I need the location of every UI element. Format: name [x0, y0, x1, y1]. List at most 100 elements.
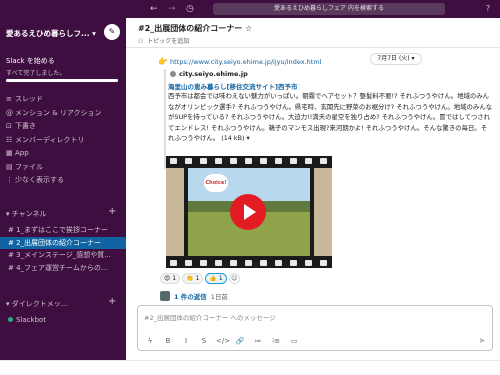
- sidebar-item-2[interactable]: ⊡ 下書き: [0, 120, 126, 134]
- sidebar-item-label: メンバーディレクトリ: [15, 135, 85, 144]
- top-bar: ← → ◷ 愛あるえひめ暮らしフェア 内を検索する ?: [0, 0, 500, 18]
- site-favicon-icon: [170, 71, 176, 77]
- code-block-icon[interactable]: ▭: [288, 335, 300, 347]
- film-hole: [305, 158, 312, 164]
- bottom-strip: [0, 360, 500, 375]
- shortcut-icon[interactable]: ϟ: [144, 335, 156, 347]
- reaction-count: 1: [195, 275, 200, 282]
- film-hole: [230, 260, 237, 266]
- forward-arrow-icon[interactable]: →: [168, 3, 176, 15]
- reaction-emoji-icon: 😍: [164, 275, 171, 282]
- bullet-list-icon[interactable]: ⁝≡: [270, 335, 282, 347]
- channel-item-4[interactable]: # 4_フェア運営チームからの...: [0, 262, 126, 275]
- reaction-pill[interactable]: 😍 1: [160, 273, 181, 284]
- sidebar-item-4[interactable]: ▦ App: [0, 147, 126, 161]
- film-frame-left: [166, 168, 184, 256]
- dm-section-header[interactable]: ▾ ダイレクトメッ...: [6, 299, 67, 309]
- film-hole: [215, 260, 222, 266]
- choice-logo: Choice!: [204, 174, 228, 192]
- film-hole: [290, 158, 297, 164]
- film-hole: [245, 158, 252, 164]
- film-hole: [200, 158, 207, 164]
- workspace-name-label: 愛あるえひめ暮らしフ...: [6, 29, 90, 38]
- link-icon[interactable]: 🔗: [234, 335, 246, 347]
- search-input[interactable]: 愛あるえひめ暮らしフェア 内を検索する: [213, 3, 445, 15]
- film-hole: [185, 158, 192, 164]
- history-icon[interactable]: ◷: [186, 3, 194, 15]
- preview-site-label: city.seiyo.ehime.jp: [179, 70, 248, 78]
- strikethrough-icon[interactable]: S: [198, 335, 210, 347]
- reaction-count: 1: [172, 275, 177, 282]
- ordered-list-icon[interactable]: ≔: [252, 335, 264, 347]
- help-icon[interactable]: ?: [482, 3, 494, 15]
- add-channel-icon[interactable]: +: [108, 206, 116, 217]
- sidebar-item-label: スレッド: [15, 95, 43, 103]
- code-icon[interactable]: </>: [216, 335, 230, 347]
- reaction-bar: 😍 1 👏 1 👍 1 ☺: [160, 273, 240, 284]
- sidebar-item-5[interactable]: ▤ ファイル: [0, 161, 126, 175]
- video-thumbnail[interactable]: Choice!: [166, 156, 332, 268]
- film-strip-top: [166, 156, 332, 166]
- back-arrow-icon[interactable]: ←: [150, 3, 158, 15]
- channels-header-label: チャンネル: [11, 210, 47, 218]
- film-frame-main: Choice!: [188, 168, 310, 256]
- film-hole: [275, 158, 282, 164]
- dm-user-label: Slackbot: [16, 316, 47, 324]
- bold-icon[interactable]: B: [162, 335, 174, 347]
- onboarding-progress: [6, 79, 118, 82]
- channel-item-3[interactable]: # 3_メインステージ_感想や質...: [0, 249, 126, 262]
- date-divider-button[interactable]: 7月7日 (火) ▾: [370, 53, 422, 65]
- reaction-pill[interactable]: 👏 1: [182, 273, 204, 284]
- message-input[interactable]: [144, 312, 484, 324]
- sidebar-item-0[interactable]: ≡ スレッド: [0, 93, 126, 107]
- film-hole: [275, 260, 282, 266]
- reaction-emoji-icon: 👍: [209, 275, 217, 282]
- italic-icon[interactable]: I: [180, 335, 192, 347]
- pointing-hand-icon: 👉: [158, 57, 168, 66]
- sidebar-item-label: メンション & リアクション: [15, 108, 102, 117]
- channel-title[interactable]: #2_出展団体の紹介コーナー ☆: [138, 23, 252, 34]
- sidebar-item-label: ファイル: [15, 162, 43, 171]
- add-topic-link[interactable]: トピックを追加: [147, 38, 189, 45]
- thread-summary[interactable]: 1 件の返信 1日前: [160, 291, 228, 301]
- sidebar-item-icon: ⋮: [6, 176, 13, 184]
- film-hole: [260, 158, 267, 164]
- sidebar-item-1[interactable]: @ メンション & リアクション: [0, 107, 126, 121]
- film-hole: [320, 158, 327, 164]
- preview-title[interactable]: 海里山の恵み暮らし[移住交流サイト]西予市: [168, 81, 297, 91]
- add-reaction-icon[interactable]: ☺: [228, 273, 240, 284]
- online-status-icon: [8, 317, 13, 322]
- reaction-pill[interactable]: 👍 1: [205, 273, 227, 284]
- reply-time: 1日前: [210, 293, 228, 301]
- sidebar-nav: ≡ スレッド @ メンション & リアクション ⊡ 下書き ☷ メンバーディレクトリ ▦ App ▤…: [0, 93, 126, 188]
- dm-item-slackbot[interactable]: Slackbot: [8, 316, 46, 324]
- film-hole: [170, 260, 177, 266]
- message-link[interactable]: https://www.city.seiyo.ehime.jp/ijyu/ind…: [170, 58, 321, 66]
- sidebar-item-icon: ▦: [6, 149, 13, 157]
- sidebar-item-icon: ≡: [6, 95, 12, 103]
- channel-item-2[interactable]: # 2_出展団体の紹介コーナー: [0, 236, 126, 249]
- play-button-icon[interactable]: [230, 194, 266, 230]
- film-frame-right: [314, 168, 332, 256]
- sidebar-item-6[interactable]: ⋮ 少なく表示する: [0, 174, 126, 188]
- onboarding-title[interactable]: Slack を始める: [6, 56, 55, 66]
- channel-topic[interactable]: ⚇ トピックを追加: [138, 36, 189, 45]
- workspace-name[interactable]: 愛あるえひめ暮らしフ... ▾: [6, 28, 104, 39]
- person-icon: ⚇: [138, 38, 144, 45]
- play-triangle: [244, 204, 256, 220]
- reaction-count: 1: [218, 275, 223, 282]
- message-composer: ➤ ϟBIS </> 🔗 ≔ ⁝≡ ▭: [137, 305, 493, 351]
- film-hole: [245, 260, 252, 266]
- compose-icon[interactable]: ✎: [104, 24, 120, 40]
- add-dm-icon[interactable]: +: [108, 296, 116, 307]
- film-hole: [290, 260, 297, 266]
- send-icon[interactable]: ➤: [476, 335, 488, 347]
- onboarding-progress-fill: [6, 79, 118, 82]
- composer-toolbar: ➤ ϟ B I S </> 🔗 ≔ ⁝≡ ▭: [138, 332, 492, 350]
- channel-item-1[interactable]: # 1_まずはここで挨拶コーナー: [0, 224, 126, 237]
- avatar: [160, 291, 170, 301]
- film-hole: [230, 158, 237, 164]
- reply-count[interactable]: 1 件の返信: [174, 293, 207, 301]
- channels-section-header[interactable]: ▾ チャンネル: [6, 209, 47, 219]
- sidebar-item-3[interactable]: ☷ メンバーディレクトリ: [0, 134, 126, 148]
